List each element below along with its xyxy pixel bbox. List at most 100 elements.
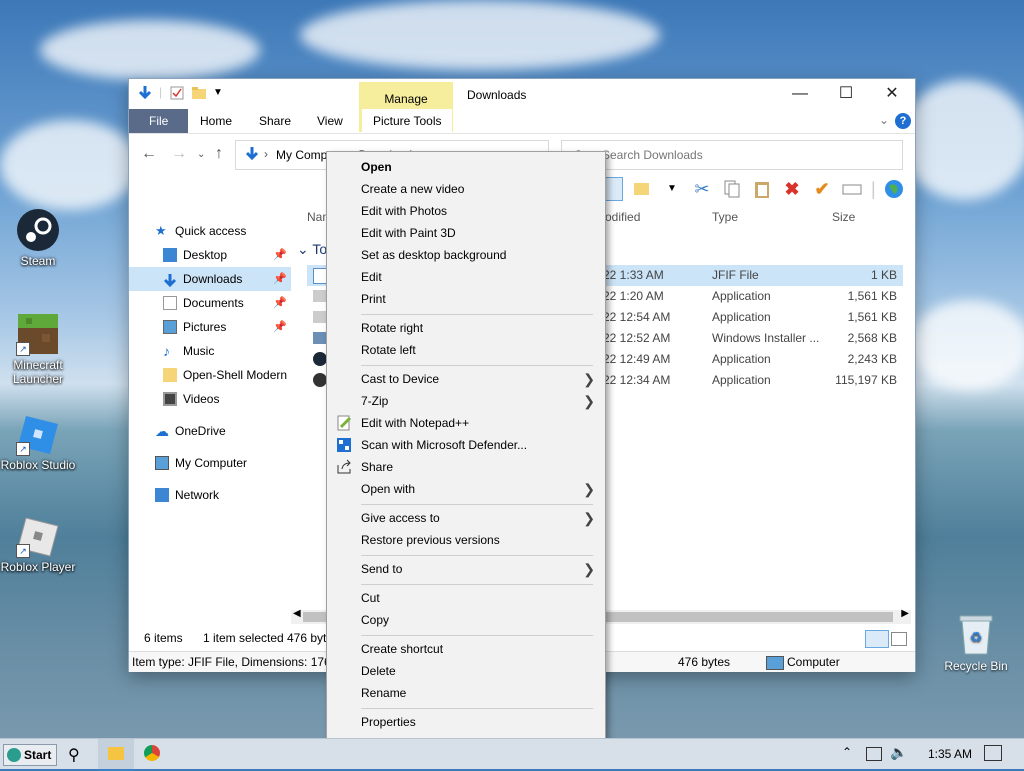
group-header[interactable]: ⌄ To <box>297 241 327 258</box>
nav-item-label: Quick access <box>175 224 247 238</box>
menu-item-cast[interactable]: Cast to Device ❯ <box>327 368 605 390</box>
column-header-modified[interactable]: odified <box>605 210 640 224</box>
clock[interactable]: 1:35 AM <box>928 747 972 761</box>
scroll-right-icon[interactable]: ▶ <box>901 608 909 619</box>
menu-item-edit[interactable]: Edit <box>327 266 605 288</box>
menu-item-set-background[interactable]: Set as desktop background <box>327 244 605 266</box>
menu-item-create-video[interactable]: Create a new video <box>327 178 605 200</box>
menu-item-share[interactable]: Share <box>327 456 605 478</box>
menu-item-label: Rotate left <box>361 343 416 357</box>
nav-item-onedrive[interactable]: ☁ OneDrive <box>129 419 291 443</box>
properties-icon[interactable] <box>169 85 185 101</box>
down-arrow-icon[interactable] <box>137 85 153 101</box>
menu-item-restore-versions[interactable]: Restore previous versions <box>327 529 605 551</box>
forward-arrow-icon[interactable]: → <box>171 145 187 163</box>
customize-qat-icon[interactable]: ▼ <box>213 85 229 101</box>
desktop-icon-roblox-studio[interactable]: ↗ Roblox Studio <box>0 412 76 472</box>
nav-item-music[interactable]: ♪ Music <box>129 339 291 363</box>
back-arrow-icon[interactable]: ← <box>141 145 157 163</box>
copy-icon[interactable] <box>721 178 743 200</box>
menu-item-give-access[interactable]: Give access to ❯ <box>327 507 605 529</box>
action-center-icon[interactable] <box>984 745 1002 761</box>
menu-item-properties[interactable]: Properties <box>327 711 605 733</box>
menu-item-7zip[interactable]: 7-Zip ❯ <box>327 390 605 412</box>
menu-item-open[interactable]: Open <box>327 156 605 178</box>
desktop-icon-roblox-player[interactable]: ↗ Roblox Player <box>0 514 76 574</box>
menu-item-label: Copy <box>361 613 390 627</box>
nav-item-quick-access[interactable]: ★ Quick access <box>129 219 291 243</box>
menu-item-edit-photos[interactable]: Edit with Photos <box>327 200 605 222</box>
menu-item-delete[interactable]: Delete <box>327 660 605 682</box>
maximize-button[interactable]: ☐ <box>823 79 869 109</box>
tab-file[interactable]: File <box>129 109 189 133</box>
nav-item-documents[interactable]: Documents 📌 <box>129 291 291 315</box>
minimize-button[interactable]: — <box>777 79 823 109</box>
menu-item-rotate-right[interactable]: Rotate right <box>327 317 605 339</box>
nav-item-network[interactable]: Network <box>129 483 291 507</box>
globe-icon[interactable] <box>883 178 905 200</box>
desktop-icon-minecraft[interactable]: ↗ Minecraft Launcher <box>0 312 76 386</box>
chevron-down-icon[interactable]: ⌄ <box>879 113 889 127</box>
desktop-icon-label: Steam <box>20 254 56 268</box>
tab-picture-tools[interactable]: Picture Tools <box>362 109 453 133</box>
menu-item-label: Print <box>361 292 386 306</box>
chevron-right-icon: ❯ <box>583 393 595 409</box>
up-arrow-icon[interactable]: ↑ <box>215 145 223 163</box>
menu-item-cut[interactable]: Cut <box>327 587 605 609</box>
menu-item-label: Open with <box>361 482 416 496</box>
nav-item-my-computer[interactable]: My Computer <box>129 451 291 475</box>
tab-home[interactable]: Home <box>189 109 243 133</box>
details-view-icon[interactable] <box>865 630 889 648</box>
paste-icon[interactable] <box>751 178 773 200</box>
star-icon: ★ <box>155 223 167 238</box>
rename-icon[interactable] <box>841 178 863 200</box>
menu-item-rotate-left[interactable]: Rotate left <box>327 339 605 361</box>
menu-item-create-shortcut[interactable]: Create shortcut <box>327 638 605 660</box>
pin-icon: 📌 <box>273 297 287 309</box>
volume-icon[interactable]: 🔈 <box>890 744 907 761</box>
menu-item-rename[interactable]: Rename <box>327 682 605 704</box>
nav-item-label: Network <box>175 488 220 502</box>
close-button[interactable]: ✕ <box>869 79 915 109</box>
nav-item-open-shell[interactable]: Open-Shell Modern <box>129 363 291 387</box>
desktop-icon-steam[interactable]: Steam <box>0 208 76 268</box>
new-item-icon[interactable] <box>631 178 653 200</box>
help-icon[interactable]: ? <box>895 113 911 129</box>
nav-item-desktop[interactable]: Desktop 📌 <box>129 243 291 267</box>
search-icon[interactable]: ⚲ <box>68 745 80 765</box>
title-bar: | ▼ Manage Downloads — ☐ ✕ <box>129 79 915 132</box>
taskbar-file-explorer[interactable] <box>98 739 134 771</box>
application-icon <box>313 373 327 387</box>
start-button[interactable]: Start <box>3 744 57 766</box>
chevron-up-icon[interactable]: ⌃ <box>842 745 852 759</box>
menu-item-open-with[interactable]: Open with ❯ <box>327 478 605 500</box>
nav-item-videos[interactable]: Videos <box>129 387 291 411</box>
dropdown-arrow-icon[interactable]: ▼ <box>661 178 683 200</box>
nav-item-downloads[interactable]: Downloads 📌 <box>129 267 291 291</box>
tab-view[interactable]: View <box>306 109 354 133</box>
computer-icon <box>766 656 784 670</box>
cut-icon[interactable]: ✂ <box>691 178 713 200</box>
new-folder-icon[interactable] <box>191 85 207 101</box>
menu-item-copy[interactable]: Copy <box>327 609 605 631</box>
scroll-left-icon[interactable]: ◀ <box>293 608 301 619</box>
tab-share[interactable]: Share <box>248 109 302 133</box>
menu-item-print[interactable]: Print <box>327 288 605 310</box>
delete-icon[interactable]: ✖ <box>781 178 803 200</box>
nav-item-label: Open-Shell Modern <box>183 368 288 382</box>
nav-item-pictures[interactable]: Pictures 📌 <box>129 315 291 339</box>
search-box[interactable]: ⚲ Search Downloads <box>561 140 903 170</box>
menu-item-notepadpp[interactable]: Edit with Notepad++ <box>327 412 605 434</box>
file-size: 2,243 KB <box>847 352 897 366</box>
recent-locations-icon[interactable]: ⌄ <box>197 149 205 160</box>
column-header-type[interactable]: Type <box>712 210 738 224</box>
network-status-icon[interactable] <box>866 747 882 761</box>
column-header-size[interactable]: Size <box>832 210 855 224</box>
chrome-icon[interactable] <box>144 745 160 761</box>
checkmark-icon[interactable]: ✔ <box>811 178 833 200</box>
menu-item-defender[interactable]: Scan with Microsoft Defender... <box>327 434 605 456</box>
menu-item-send-to[interactable]: Send to ❯ <box>327 558 605 580</box>
menu-item-edit-paint3d[interactable]: Edit with Paint 3D <box>327 222 605 244</box>
desktop-icon-recycle-bin[interactable]: ♻ Recycle Bin <box>940 612 1012 673</box>
large-icons-view-icon[interactable] <box>891 632 907 646</box>
